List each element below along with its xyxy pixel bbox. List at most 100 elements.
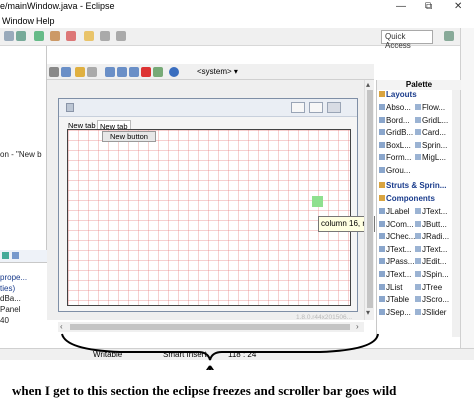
save-icon[interactable] (16, 31, 26, 41)
palette-item[interactable]: Abso... (379, 103, 411, 112)
palette-item[interactable]: JLabel (379, 207, 410, 216)
palette-item[interactable]: JEdit... (415, 257, 446, 266)
palette-item[interactable]: Sprin... (415, 141, 447, 150)
tool-icon[interactable] (66, 31, 76, 41)
palette-item-label: JSep... (386, 307, 411, 317)
palette-item[interactable]: JSep... (379, 308, 411, 317)
vertical-scroll-thumb[interactable] (367, 90, 373, 308)
palette-item-label: GridB... (386, 128, 414, 138)
scroll-up-icon[interactable]: ▴ (366, 80, 370, 89)
palette-item-label: JTable (386, 295, 410, 305)
right-side-strip (460, 28, 474, 358)
palette-item[interactable]: JText... (379, 245, 411, 254)
test-gui-icon[interactable] (61, 67, 71, 77)
debug-icon[interactable] (50, 31, 60, 41)
palette-item[interactable]: JSlider (415, 308, 446, 317)
close-icon[interactable]: ✕ (454, 1, 462, 12)
palette-item-label: JTree (422, 282, 443, 292)
run-icon[interactable] (34, 31, 44, 41)
frame-maximize-icon[interactable] (309, 102, 323, 113)
palette-item[interactable]: JPass... (379, 257, 414, 266)
palette-item[interactable]: JRadi... (415, 232, 449, 241)
scroll-down-icon[interactable]: ▾ (366, 308, 370, 317)
menu-window[interactable]: Window (2, 16, 34, 26)
look-and-feel-icon[interactable] (169, 67, 179, 77)
look-and-feel-dropdown[interactable]: <system> ▾ (197, 67, 238, 76)
window-titlebar: e/mainWindow.java - Eclipse — ⧉ ✕ (0, 0, 474, 14)
component-icon (379, 220, 385, 227)
palette-item[interactable]: JScro... (415, 295, 449, 304)
system-label: <system> (197, 67, 232, 76)
component-icon (379, 116, 385, 123)
minimize-icon[interactable]: — (396, 1, 406, 12)
palette-item[interactable]: Form... (379, 153, 411, 162)
palette-scrollbar[interactable] (452, 90, 460, 337)
palette-item[interactable]: Flow... (415, 103, 445, 112)
palette-item[interactable]: JTree (415, 283, 442, 292)
paste-icon[interactable] (129, 67, 139, 77)
folder-icon[interactable] (84, 31, 94, 41)
folder-icon (379, 91, 385, 97)
pin-icon[interactable] (49, 67, 59, 77)
grid-cell-highlight (312, 196, 323, 207)
perspective-icon[interactable] (444, 31, 454, 41)
redo-icon[interactable] (87, 67, 97, 77)
palette-item[interactable]: JCom... (379, 220, 414, 229)
palette-item-label: JButt... (422, 219, 447, 229)
component-icon (379, 167, 385, 173)
palette-item[interactable]: Bord... (379, 116, 410, 125)
palette-item-label: Bord... (386, 115, 410, 125)
frame-app-icon (66, 103, 74, 112)
palette-item[interactable]: JTable (379, 295, 409, 304)
back-icon[interactable] (100, 31, 110, 41)
property-row[interactable]: ties) (0, 284, 15, 293)
layout-grid[interactable] (67, 129, 351, 306)
delete-icon[interactable] (141, 67, 151, 77)
component-icon (415, 271, 421, 277)
palette-item[interactable]: Grou... (379, 166, 410, 175)
copy-icon[interactable] (117, 67, 127, 77)
property-row[interactable]: Panel (0, 305, 20, 314)
palette-item[interactable]: JText... (379, 270, 411, 279)
palette-item-label: JSpin... (422, 270, 449, 279)
properties-toggle-icon[interactable] (2, 252, 9, 259)
menubar: Window Help (0, 14, 474, 28)
new-icon[interactable] (4, 31, 14, 41)
palette-category-struts[interactable]: Struts & Sprin... (379, 181, 446, 190)
frame-close-icon[interactable] (327, 102, 341, 113)
properties-filter-icon[interactable] (12, 252, 19, 259)
maximize-icon[interactable]: ⧉ (425, 1, 432, 12)
frame-minimize-icon[interactable] (291, 102, 305, 113)
forward-icon[interactable] (116, 31, 126, 41)
menu-help[interactable]: Help (36, 16, 55, 26)
palette-item[interactable]: GridB... (379, 128, 413, 137)
component-icon (379, 208, 385, 214)
palette-item[interactable]: JText... (415, 245, 447, 254)
palette-item[interactable]: GridL... (415, 116, 448, 125)
component-icon (415, 283, 421, 290)
property-row[interactable]: 40 (0, 316, 9, 325)
component-icon (415, 308, 421, 315)
component-tree-label[interactable]: on - "New b (0, 150, 42, 159)
palette-item[interactable]: MigL... (415, 153, 446, 162)
component-icon (415, 258, 421, 265)
property-row[interactable]: dBa... (0, 294, 21, 303)
palette-item[interactable]: JButt... (415, 220, 447, 229)
palette-item[interactable]: JSpin... (415, 270, 449, 279)
quick-access-field[interactable]: Quick Access (381, 30, 433, 50)
component-icon (415, 154, 421, 161)
undo-icon[interactable] (75, 67, 85, 77)
cut-icon[interactable] (105, 67, 115, 77)
property-row[interactable]: prope... (0, 273, 27, 282)
palette-item[interactable]: Card... (415, 128, 446, 137)
palette-category-layouts[interactable]: Layouts (379, 90, 417, 99)
palette-item[interactable]: JChec... (379, 232, 415, 241)
palette-item[interactable]: BoxL... (379, 141, 411, 150)
component-icon (379, 296, 385, 303)
align-icon[interactable] (153, 67, 163, 77)
palette-item[interactable]: JList (379, 283, 402, 292)
palette-item[interactable]: JText... (415, 207, 447, 216)
palette-category-components[interactable]: Components (379, 194, 435, 203)
new-button-component[interactable]: New button (102, 131, 156, 142)
vertical-scrollbar[interactable]: ▴ ▾ (364, 80, 374, 320)
